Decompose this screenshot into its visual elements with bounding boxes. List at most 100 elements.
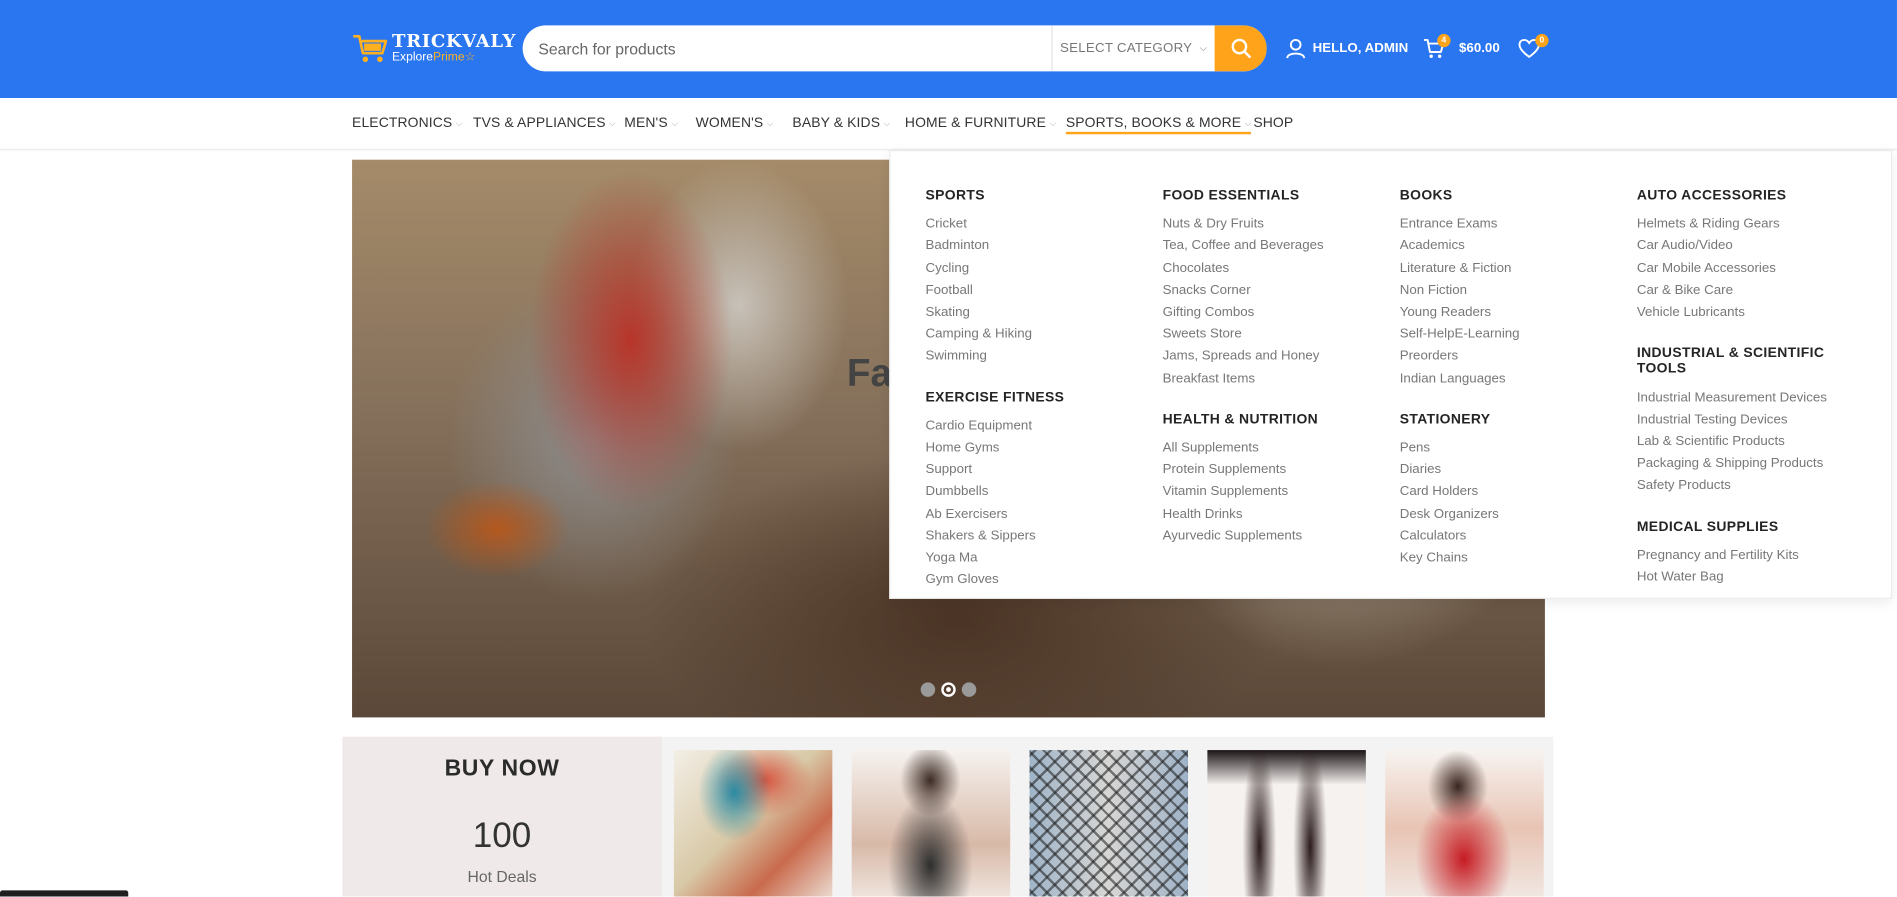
menu-link-gifting-combos[interactable]: Gifting Combos	[1163, 301, 1381, 323]
menu-link-diaries[interactable]: Diaries	[1400, 459, 1618, 481]
menu-link-card-holders[interactable]: Card Holders	[1400, 481, 1618, 503]
search-input[interactable]	[522, 25, 1052, 72]
menu-link-health-drinks[interactable]: Health Drinks	[1163, 503, 1381, 525]
menu-link-calculators[interactable]: Calculators	[1400, 525, 1618, 547]
nav-item-home-furniture[interactable]: HOME & FURNITURE ⌵	[905, 116, 1056, 131]
search-button[interactable]	[1214, 25, 1267, 72]
menu-link-pens[interactable]: Pens	[1400, 437, 1618, 459]
category-select[interactable]: SELECT CATEGORY ⌵	[1051, 25, 1214, 72]
menu-link-industrial-testing-devices[interactable]: Industrial Testing Devices	[1637, 409, 1855, 431]
menu-link-chocolates[interactable]: Chocolates	[1163, 257, 1381, 279]
menu-group-title[interactable]: EXERCISE FITNESS	[925, 390, 1143, 406]
menu-link-self-helpe-learning[interactable]: Self-HelpE-Learning	[1400, 323, 1618, 345]
menu-group-title[interactable]: MEDICAL SUPPLIES	[1637, 520, 1855, 536]
menu-link-ayurvedic-supplements[interactable]: Ayurvedic Supplements	[1163, 525, 1381, 547]
mega-menu-dropdown: SPORTS Cricket Badminton Cycling Football Ska…	[889, 150, 1893, 599]
menu-link-non-fiction[interactable]: Non Fiction	[1400, 279, 1618, 301]
menu-link-safety-products[interactable]: Safety Products	[1637, 475, 1855, 497]
account-link[interactable]: HELLO, ADMIN	[1285, 35, 1408, 62]
menu-link-nuts-and-dry-fruits[interactable]: Nuts & Dry Fruits	[1163, 213, 1381, 235]
menu-link-helmets-and-riding-gears[interactable]: Helmets & Riding Gears	[1637, 213, 1855, 235]
menu-link-preorders[interactable]: Preorders	[1400, 345, 1618, 367]
buy-now-panel: BUY NOW 100 Hot Deals	[342, 736, 662, 897]
menu-link-key-chains[interactable]: Key Chains	[1400, 547, 1618, 569]
menu-link-ab-exercisers[interactable]: Ab Exercisers	[925, 503, 1143, 525]
menu-link-car-mobile-accessories[interactable]: Car Mobile Accessories	[1637, 257, 1855, 279]
menu-link-industrial-measurement-devices[interactable]: Industrial Measurement Devices	[1637, 387, 1855, 409]
menu-link-packaging-and-shipping-products[interactable]: Packaging & Shipping Products	[1637, 453, 1855, 475]
menu-group-title[interactable]: SPORTS	[925, 189, 1143, 205]
menu-group-title[interactable]: FOOD ESSENTIALS	[1163, 189, 1381, 205]
menu-link-entrance-exams[interactable]: Entrance Exams	[1400, 213, 1618, 235]
menu-link-gym-gloves[interactable]: Gym Gloves	[925, 569, 1143, 591]
menu-link-indian-languages[interactable]: Indian Languages	[1400, 367, 1618, 389]
menu-link-jams-spreads-and-honey[interactable]: Jams, Spreads and Honey	[1163, 345, 1381, 367]
menu-link-home-gyms[interactable]: Home Gyms	[925, 437, 1143, 459]
cart-link[interactable]: 4 $60.00	[1423, 33, 1500, 62]
menu-link-camping-and-hiking[interactable]: Camping & Hiking	[925, 323, 1143, 345]
menu-link-dumbbells[interactable]: Dumbbells	[925, 481, 1143, 503]
menu-group-food-essentials: FOOD ESSENTIALS Nuts & Dry Fruits Tea, Cof…	[1163, 189, 1381, 390]
wishlist-link[interactable]: 0	[1518, 33, 1549, 62]
slider-dot-active[interactable]	[941, 682, 956, 697]
logo-wordmark: TRICKVALY	[391, 30, 517, 53]
slider-dot[interactable]	[961, 682, 977, 697]
user-icon	[1286, 38, 1306, 59]
menu-link-desk-organizers[interactable]: Desk Organizers	[1400, 503, 1618, 525]
menu-link-lab-and-scientific-products[interactable]: Lab & Scientific Products	[1637, 431, 1855, 453]
chevron-down-icon: ⌵	[1199, 42, 1208, 54]
menu-group-title[interactable]: BOOKS	[1400, 189, 1618, 205]
menu-link-football[interactable]: Football	[925, 279, 1143, 301]
menu-link-cricket[interactable]: Cricket	[925, 213, 1143, 235]
nav-item-sports-books-more[interactable]: SPORTS, BOOKS & MORE ⌵	[1065, 116, 1252, 135]
menu-link-hot-water-bag[interactable]: Hot Water Bag	[1637, 566, 1855, 588]
nav-item-electronics[interactable]: ELECTRONICS ⌵	[352, 116, 462, 131]
chevron-down-icon: ⌵	[455, 119, 463, 129]
deal-count-label: Hot Deals	[467, 867, 537, 886]
menu-link-snacks-corner[interactable]: Snacks Corner	[1163, 279, 1381, 301]
nav-item-mens[interactable]: MEN'S ⌵	[624, 116, 678, 131]
menu-group-title[interactable]: STATIONERY	[1400, 412, 1618, 428]
menu-link-car-and-bike-care[interactable]: Car & Bike Care	[1637, 279, 1855, 301]
menu-link-cardio-equipment[interactable]: Cardio Equipment	[925, 415, 1143, 437]
nav-item-baby-kids[interactable]: BABY & KIDS ⌵	[792, 116, 890, 131]
menu-link-badminton[interactable]: Badminton	[925, 235, 1143, 257]
menu-link-car-audio-video[interactable]: Car Audio/Video	[1637, 235, 1855, 257]
slider-dot[interactable]	[920, 682, 936, 697]
cap-product-image[interactable]	[673, 750, 833, 897]
menu-link-protein-supplements[interactable]: Protein Supplements	[1163, 459, 1381, 481]
stockings-product-image[interactable]	[1207, 750, 1366, 897]
menu-group-title[interactable]: AUTO ACCESSORIES	[1637, 189, 1855, 205]
menu-link-literature-and-fiction[interactable]: Literature & Fiction	[1400, 257, 1618, 279]
search-icon	[1230, 38, 1251, 59]
menu-link-tea-coffee-and-beverages[interactable]: Tea, Coffee and Beverages	[1163, 235, 1381, 257]
menu-link-skating[interactable]: Skating	[925, 301, 1143, 323]
waist-trainer-product-image[interactable]	[851, 750, 1011, 897]
menu-link-pregnancy-and-fertility-kits[interactable]: Pregnancy and Fertility Kits	[1637, 544, 1855, 566]
chevron-down-icon: ⌵	[671, 119, 678, 129]
menu-group-industrial-and-scientific-tools: INDUSTRIAL & SCIENTIFIC TOOLS Industrial …	[1637, 346, 1855, 497]
menu-link-young-readers[interactable]: Young Readers	[1400, 301, 1618, 323]
main-navigation: ELECTRONICS ⌵ TVS & APPLIANCES ⌵ MEN'S ⌵ WO…	[0, 97, 1897, 151]
menu-group-title[interactable]: HEALTH & NUTRITION	[1163, 412, 1381, 428]
menu-link-academics[interactable]: Academics	[1400, 235, 1618, 257]
menu-link-vitamin-supplements[interactable]: Vitamin Supplements	[1163, 481, 1381, 503]
site-logo[interactable]: TRICKVALY ExplorePrime☆	[352, 29, 515, 68]
menu-group-books: BOOKS Entrance Exams Academics Literature &…	[1400, 189, 1618, 390]
menu-group-title[interactable]: INDUSTRIAL & SCIENTIFIC TOOLS	[1637, 346, 1855, 378]
menu-link-vehicle-lubricants[interactable]: Vehicle Lubricants	[1637, 301, 1855, 323]
nav-item-shop[interactable]: SHOP	[1253, 116, 1293, 131]
menu-link-sweets-store[interactable]: Sweets Store	[1163, 323, 1381, 345]
nav-item-womens[interactable]: WOMEN'S ⌵	[696, 116, 774, 131]
menu-link-all-supplements[interactable]: All Supplements	[1163, 437, 1381, 459]
fishnet-jeans-product-image[interactable]	[1029, 750, 1189, 897]
lingerie-product-image[interactable]	[1385, 750, 1544, 897]
menu-link-swimming[interactable]: Swimming	[925, 345, 1143, 367]
wishlist-count-badge: 0	[1535, 33, 1549, 48]
menu-link-breakfast-items[interactable]: Breakfast Items	[1163, 367, 1381, 389]
menu-link-yoga-ma[interactable]: Yoga Ma	[925, 547, 1143, 569]
menu-link-support[interactable]: Support	[925, 459, 1143, 481]
menu-link-shakers-and-sippers[interactable]: Shakers & Sippers	[925, 525, 1143, 547]
menu-link-cycling[interactable]: Cycling	[925, 257, 1143, 279]
nav-item-tvs-appliances[interactable]: TVS & APPLIANCES ⌵	[473, 116, 616, 131]
